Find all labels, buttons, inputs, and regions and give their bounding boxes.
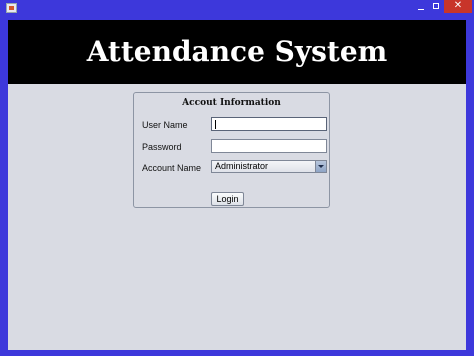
account-name-select[interactable]: Administrator — [211, 160, 327, 173]
panel-title: Accout Information — [182, 98, 281, 108]
account-information-panel: Accout Information User Name Password Ac… — [133, 92, 330, 208]
page-title: Attendance System — [86, 35, 388, 68]
app-window: ✕ Attendance System Accout Information U… — [0, 0, 474, 356]
title-bar[interactable]: ✕ — [0, 0, 474, 15]
account-name-value: Administrator — [215, 161, 269, 171]
minimize-button[interactable] — [414, 0, 428, 13]
close-button[interactable]: ✕ — [444, 0, 472, 13]
password-label: Password — [142, 142, 182, 152]
login-button[interactable]: Login — [211, 192, 244, 206]
username-input[interactable] — [211, 117, 327, 131]
close-icon: ✕ — [453, 0, 463, 11]
main-content: Accout Information User Name Password Ac… — [8, 84, 466, 350]
text-caret — [215, 120, 216, 129]
password-input[interactable] — [211, 139, 327, 153]
account-name-label: Account Name — [142, 163, 202, 173]
minimize-icon — [418, 9, 424, 10]
username-label: User Name — [142, 120, 188, 130]
header-banner: Attendance System — [8, 20, 466, 84]
maximize-button[interactable] — [430, 0, 444, 13]
chevron-down-icon[interactable] — [315, 161, 326, 172]
app-icon[interactable] — [6, 3, 17, 13]
maximize-icon — [433, 3, 439, 9]
